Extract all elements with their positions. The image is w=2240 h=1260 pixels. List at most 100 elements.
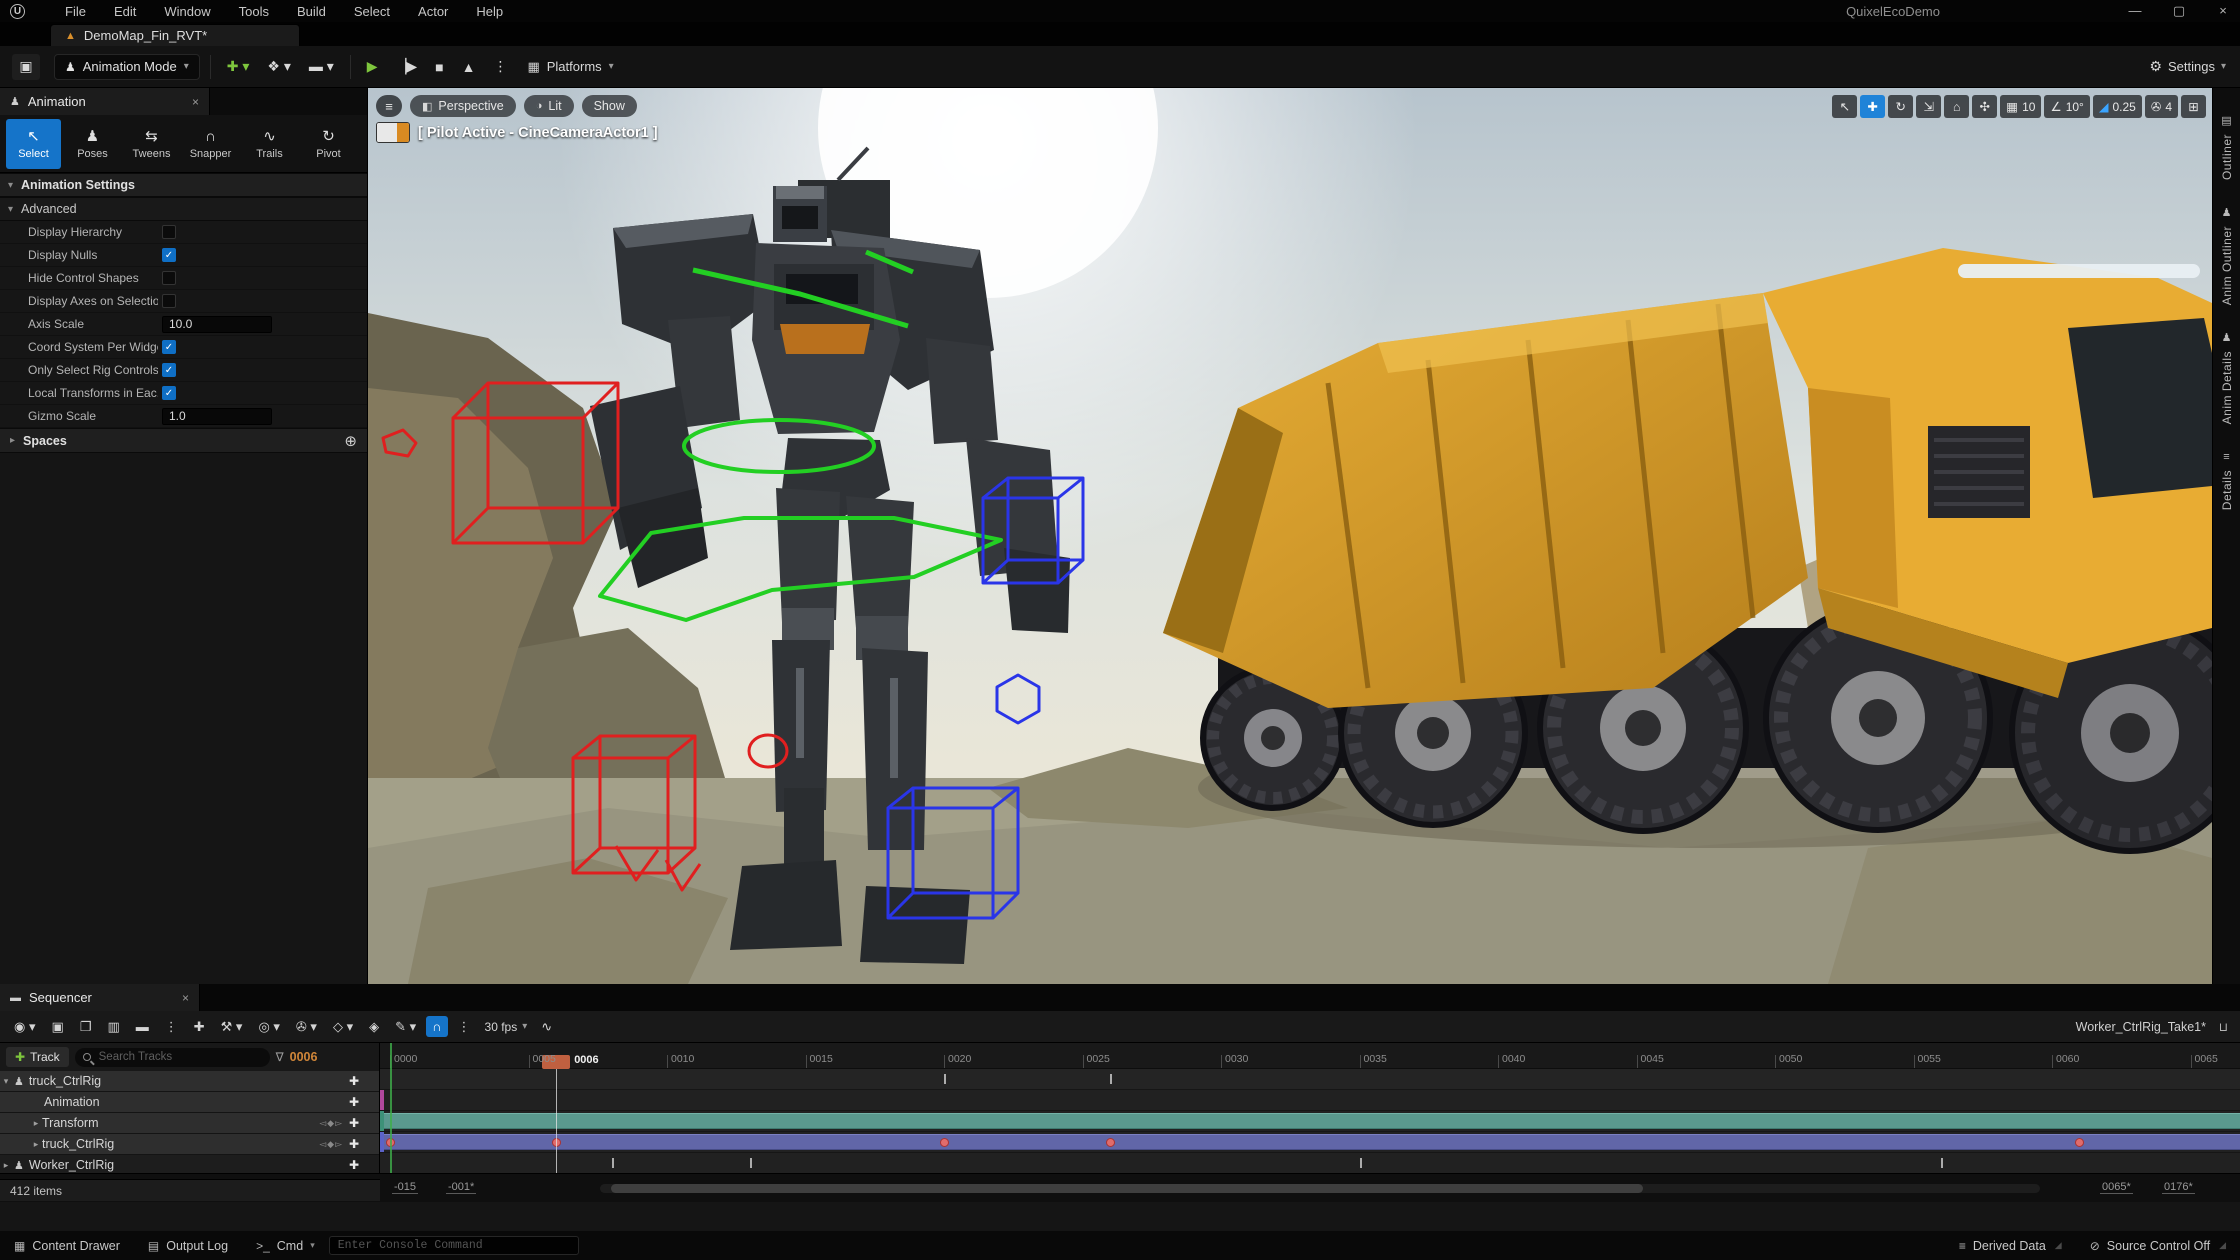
expander-icon[interactable]: ▸ [30,1139,42,1150]
content-drawer-button[interactable]: ▦ Content Drawer [0,1231,134,1260]
settings-dropdown[interactable]: ⚙ Settings ▾ [2149,58,2226,75]
snap-magnet-toggle[interactable]: ∩ [426,1016,447,1037]
scale-snap-toggle[interactable]: ◢0.25 [2093,95,2142,118]
fps-dropdown[interactable]: 30 fps ▾ [485,1020,528,1034]
close-icon[interactable]: × [192,95,199,109]
playhead-line[interactable] [556,1069,557,1179]
world-local-toggle[interactable]: ✣ [1972,95,1997,118]
ctrlrig-section-bar[interactable] [380,1134,2240,1150]
keyframe-options-dropdown[interactable]: ◇ ▾ [327,1016,359,1038]
perspective-dropdown[interactable]: ◧ Perspective [410,95,516,117]
grid-snap-toggle[interactable]: ▦10 [2000,95,2041,118]
scrollbar-thumb[interactable] [611,1184,1643,1193]
camera-options-dropdown[interactable]: ✇ ▾ [290,1016,323,1038]
console-command-input[interactable] [329,1236,579,1255]
snap-options-dots[interactable]: ⋮ [452,1016,477,1038]
add-section-icon[interactable]: ✚ [349,1095,359,1109]
keyframe-frame-20[interactable] [940,1138,949,1147]
working-range-end[interactable]: 0065* [2100,1181,2133,1194]
view-range-end[interactable]: 0176* [2162,1181,2195,1194]
add-section-icon[interactable]: ✚ [349,1074,359,1088]
menu-help[interactable]: Help [464,2,515,21]
derived-data-button[interactable]: ≡ Derived Data ◢ [1945,1239,2076,1253]
coord-system-checkbox[interactable]: ✓ [162,340,176,354]
menu-tools[interactable]: Tools [227,2,281,21]
lane-animation[interactable] [380,1090,2240,1111]
transform-section-bar[interactable] [380,1113,2240,1129]
lane-truck-ctrlrig-keys[interactable] [380,1132,2240,1153]
add-track-button[interactable]: ✚ Track [6,1047,69,1067]
key-navigation-arrows[interactable]: ◅◆▻ [319,1139,343,1150]
source-control-button[interactable]: ⊘ Source Control Off ◢ [2076,1239,2240,1253]
maximize-viewport-button[interactable]: ⊞ [2181,95,2206,118]
view-range-start[interactable]: -015 [392,1181,418,1194]
minimize-button[interactable]: — [2126,3,2144,19]
unreal-logo-icon[interactable]: U [10,4,25,19]
surface-snap-toggle[interactable]: ⌂ [1944,95,1969,118]
section-spaces[interactable]: ▸ Spaces ⊕ [0,428,367,453]
camera-icon[interactable] [376,122,410,143]
lane-truck-ctrlrig[interactable] [380,1069,2240,1090]
playback-options-dropdown[interactable]: ⚒ ▾ [215,1016,249,1038]
tab-sequencer[interactable]: ▬ Sequencer × [0,984,200,1011]
close-icon[interactable]: × [182,991,189,1005]
timeline-scrollbar[interactable] [600,1184,2040,1193]
lane-transform[interactable] [380,1111,2240,1132]
expander-icon[interactable]: ▾ [0,1076,12,1087]
track-row-truck-ctrlrig[interactable]: ▾ ♟ truck_CtrlRig ✚ [0,1071,379,1092]
step-forward-button[interactable]: ▕▶ [390,54,424,79]
eject-button[interactable]: ▲ [456,55,482,79]
section-animation-settings[interactable]: ▾ Animation Settings [0,173,367,197]
menu-actor[interactable]: Actor [406,2,460,21]
keyframe-frame-61[interactable] [2075,1138,2084,1147]
add-actor-dropdown[interactable]: ✚ ▾ [221,54,256,79]
tab-anim-details[interactable]: ♟ Anim Details [2220,331,2234,424]
menu-edit[interactable]: Edit [102,2,148,21]
more-options-dots[interactable]: ⋮ [159,1016,184,1038]
expander-icon[interactable]: ▸ [0,1160,12,1171]
active-take-label[interactable]: Worker_CtrlRig_Take1* [2076,1020,2206,1034]
add-space-icon[interactable]: ⊕ [344,432,357,450]
play-button[interactable]: ▶ [361,54,384,79]
auto-key-toggle[interactable]: ◈ [363,1016,385,1038]
search-tracks-input[interactable] [97,1050,262,1064]
key-navigation-arrows[interactable]: ◅◆▻ [319,1118,343,1129]
editor-mode-dropdown[interactable]: ♟ Animation Mode ▾ [54,54,200,80]
expander-icon[interactable]: ▸ [30,1118,42,1129]
track-row-truck-ctrlrig-child[interactable]: ▸ truck_CtrlRig ◅◆▻ ✚ [0,1134,379,1155]
curve-editor-icon[interactable]: ∿ [535,1016,558,1038]
stop-button[interactable]: ■ [429,55,449,79]
world-options-dropdown[interactable]: ◉ ▾ [8,1016,41,1038]
tab-demomap[interactable]: ▲ DemoMap_Fin_RVT* [50,24,300,46]
hide-control-shapes-checkbox[interactable]: ✓ [162,271,176,285]
platforms-dropdown[interactable]: ▦ Platforms ▾ [527,59,613,75]
rotation-snap-toggle[interactable]: ∠10° [2044,95,2089,118]
lit-dropdown[interactable]: ◑ Lit [524,95,574,117]
unlocked-icon[interactable]: ⊔ [2219,1020,2228,1034]
add-key-icon[interactable]: ✚ [349,1137,359,1151]
find-in-content-browser-icon[interactable]: ❐ [74,1016,98,1038]
timeline-area[interactable]: 0006 00000005001000150020002500300035004… [380,1043,2240,1179]
display-nulls-checkbox[interactable]: ✓ [162,248,176,262]
working-range-start[interactable]: -001* [446,1181,476,1194]
current-frame-value[interactable]: 0006 [290,1050,318,1064]
save-icon[interactable]: ▣ [45,1016,69,1038]
tab-anim-outliner[interactable]: ♟ Anim Outliner [2220,206,2234,305]
mode-pivot-button[interactable]: ↻ Pivot [301,119,356,169]
save-button[interactable]: ▣ [12,54,40,80]
menu-window[interactable]: Window [152,2,222,21]
close-button[interactable]: × [2214,3,2232,19]
keyframe-frame-26[interactable] [1106,1138,1115,1147]
render-movie-icon[interactable]: ▥ [101,1016,125,1038]
play-options-dots[interactable]: ⋮ [487,54,513,79]
track-row-animation[interactable]: Animation ✚ [0,1092,379,1113]
add-section-icon[interactable]: ✚ [349,1158,359,1172]
menu-select[interactable]: Select [342,2,402,21]
mode-trails-button[interactable]: ∿ Trails [242,119,297,169]
clapperboard-icon[interactable]: ▬ [130,1016,155,1037]
viewport-options-menu[interactable]: ≡ [376,95,402,117]
mode-select-button[interactable]: ↖ Select [6,119,61,169]
maximize-button[interactable]: ▢ [2170,3,2188,19]
add-key-icon[interactable]: ✚ [349,1116,359,1130]
filter-icon[interactable]: ∇ [276,1050,284,1064]
